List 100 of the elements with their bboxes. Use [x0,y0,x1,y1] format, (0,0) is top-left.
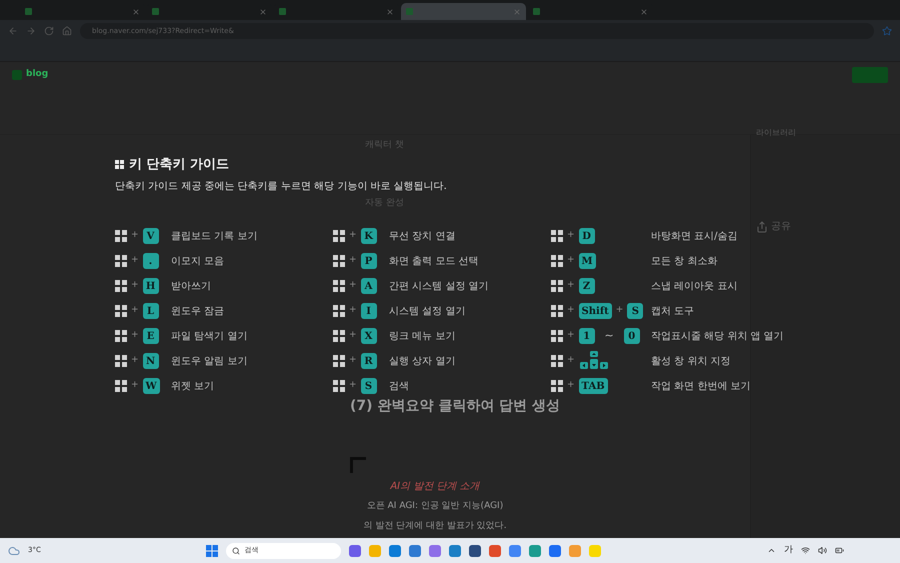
keycap: X [360,328,377,344]
plus-sign: + [567,279,575,292]
plus-sign: + [567,229,575,242]
shortcut-label: 시스템 설정 열기 [389,304,466,318]
blog-logo-icon [12,70,22,80]
keycap: Shift [578,303,612,319]
plus-sign: + [567,304,575,318]
close-icon[interactable] [132,8,140,16]
reload-icon[interactable] [44,26,54,36]
keycap: Z [578,278,595,294]
windows-start-icon[interactable] [206,544,218,556]
windows-key-icon [333,280,345,292]
favicon-icon [152,8,159,15]
shortcut-label: 클립보드 기록 보기 [171,230,258,244]
keycap: S [627,303,644,319]
keycap: W [142,378,160,394]
plus-sign: + [349,254,357,268]
windows-key-icon [333,255,345,267]
windows-key-icon [551,280,563,292]
windows-key-icon [333,380,345,392]
plus-sign: + [131,379,139,392]
keycap: L [142,303,159,319]
quote-mark-icon [350,457,366,473]
plus-sign: + [567,329,575,342]
shortcut-label: 스냅 레이아웃 표시 [651,280,738,294]
shortcut-label: 바탕화면 표시/숨김 [651,230,738,244]
windows-key-icon [115,255,127,267]
keycap: D [578,228,595,244]
plus-sign: + [349,229,357,242]
favicon-icon [25,8,32,15]
wifi-icon[interactable] [801,546,810,555]
shortcut-label: 파일 탐색기 열기 [171,330,248,344]
close-icon[interactable] [259,8,267,16]
guide-title: 키 단축키 가이드 [129,156,230,174]
home-icon[interactable] [62,26,72,36]
plus-sign: + [567,379,575,392]
keycap: R [360,353,377,369]
keycap: M [578,253,596,269]
quote-text: 오픈 AI AGI: 인공 일반 지능(AGI) [366,500,504,513]
weather-icon [8,544,20,556]
search-icon [232,546,240,554]
keycap: S [360,378,377,394]
keycap: 0 [624,328,640,344]
windows-key-icon [551,355,563,367]
windows-key-icon [333,355,345,367]
plus-sign: + [131,354,139,368]
windows-key-icon [551,330,563,342]
favicon-icon [533,8,540,15]
keycap: I [360,303,377,319]
keycap: A [360,278,377,294]
battery-icon[interactable] [835,546,844,555]
windows-key-icon [333,305,345,317]
plus-sign: + [349,329,357,342]
blog-logo: blog [26,68,48,82]
ime-indicator[interactable]: 가 [784,544,793,558]
shortcut-label: 활성 창 위치 지정 [651,354,731,368]
keycap: . [142,253,159,269]
volume-icon[interactable] [818,546,827,555]
plus-sign: + [349,304,357,318]
bookmark-star-icon[interactable] [882,26,892,36]
chevron-up-icon[interactable] [767,546,776,555]
plus-sign: + [131,304,139,318]
share-icon[interactable] [756,220,768,232]
plus-sign: + [567,254,575,268]
plus-sign: + [349,379,357,392]
keycap: V [142,228,159,244]
library-title: 라이브러리 [756,127,797,139]
plus-sign: + [616,304,624,318]
shortcut-label: 링크 메뉴 보기 [389,330,456,344]
back-icon[interactable] [8,26,18,36]
tilde-sign: ~ [604,328,615,344]
shortcut-label: 화면 출력 모드 선택 [389,254,479,268]
windows-key-icon [333,330,345,342]
windows-key-icon [115,230,127,242]
forward-icon[interactable] [26,26,36,36]
shortcut-label: 무선 장치 연결 [389,230,456,244]
shortcut-label: 윈도우 잠금 [171,304,224,318]
shortcut-label: 받아쓰기 [171,280,211,294]
shortcut-label: 모든 창 최소화 [651,254,718,268]
shortcut-label: 검색 [389,380,409,394]
keycap: TAB [578,378,608,394]
plus-sign: + [349,279,357,292]
plus-sign: + [131,229,139,242]
windows-key-icon [115,330,127,342]
keycap: 1 [578,328,595,344]
windows-key-icon [333,230,345,242]
keycap: H [142,278,159,294]
close-icon[interactable] [640,8,648,16]
windows-key-icon [115,280,127,292]
arrow-keys-icon [578,351,609,371]
shortcut-label: 윈도우 알림 보기 [171,354,248,368]
windows-key-icon [115,380,127,392]
windows-key-icon [551,380,563,392]
plus-sign: + [131,279,139,292]
plus-sign: + [131,254,139,268]
windows-key-icon [551,255,563,267]
close-icon[interactable] [386,8,394,16]
close-icon[interactable] [513,8,521,16]
section-heading: (7) 완벽요약 클릭하여 답변 생성 [350,397,562,416]
keycap: N [142,353,159,369]
